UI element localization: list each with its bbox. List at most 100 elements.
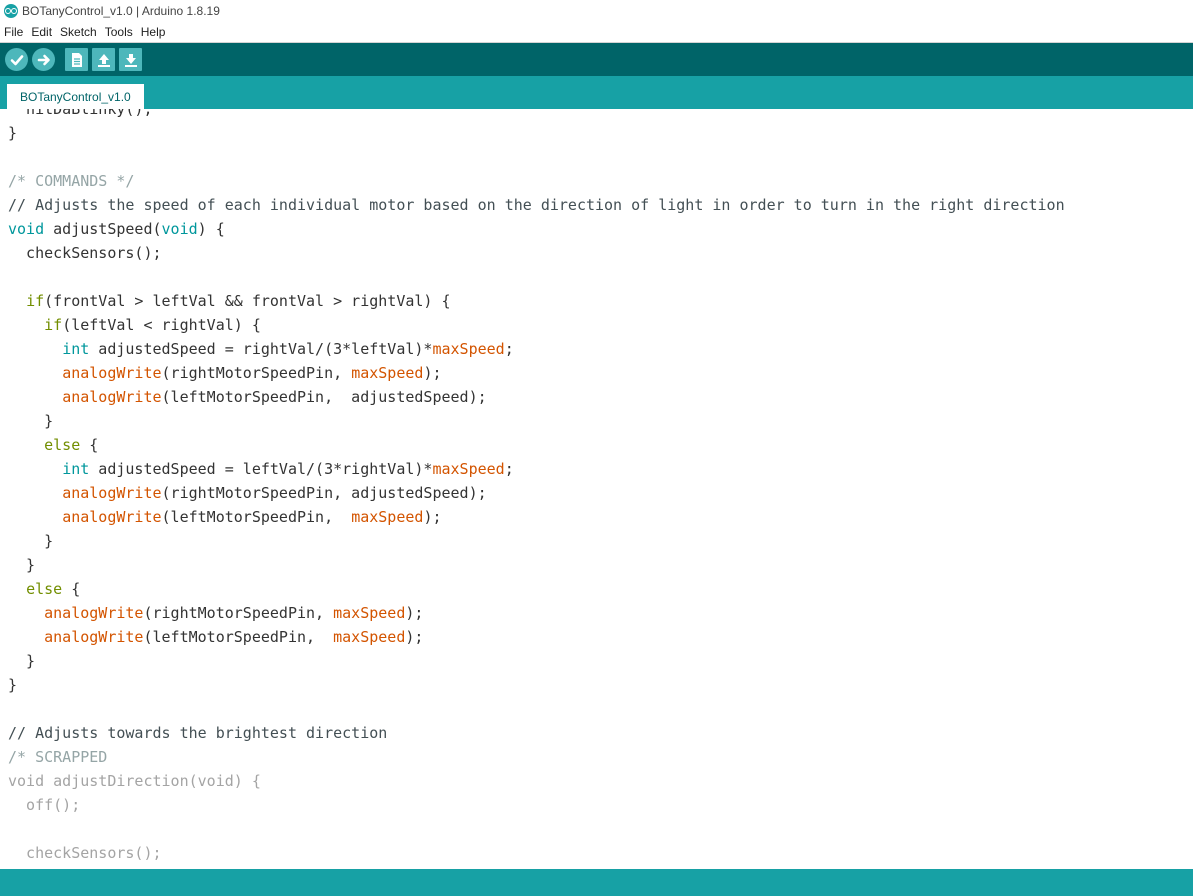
code-line[interactable]: /* COMMANDS */ <box>8 169 1065 193</box>
code-line[interactable]: } <box>8 649 1065 673</box>
checkmark-icon <box>10 54 23 65</box>
arduino-logo-icon <box>4 4 18 18</box>
code-token: (leftMotorSpeedPin, adjustedSpeed); <box>161 388 487 406</box>
code-token: analogWrite <box>62 388 162 406</box>
code-token: if <box>26 292 45 310</box>
status-bar <box>0 869 1193 896</box>
code-line[interactable]: analogWrite(leftMotorSpeedPin, adjustedS… <box>8 385 1065 409</box>
code-token: (rightMotorSpeedPin, adjustedSpeed); <box>161 484 487 502</box>
code-line[interactable]: void adjustDirection(void) { <box>8 769 1065 793</box>
code-token: maxSpeed <box>351 508 424 526</box>
code-line[interactable]: nitDaBlinky(); <box>8 109 1065 121</box>
code-line[interactable]: if(frontVal > leftVal && frontVal > righ… <box>8 289 1065 313</box>
code-line[interactable]: } <box>8 529 1065 553</box>
save-button[interactable] <box>119 48 142 71</box>
menu-bar: File Edit Sketch Tools Help <box>0 22 1193 43</box>
code-line[interactable]: analogWrite(rightMotorSpeedPin, maxSpeed… <box>8 601 1065 625</box>
code-line[interactable] <box>8 817 1065 841</box>
code-token: /* COMMANDS */ <box>8 172 135 190</box>
code-line[interactable] <box>8 697 1065 721</box>
code-line[interactable]: if(leftVal < rightVal) { <box>8 313 1065 337</box>
code-token: adjustedSpeed = rightVal/(3*leftVal)* <box>89 340 433 358</box>
code-token: analogWrite <box>62 364 162 382</box>
code-token: off(); <box>8 796 81 814</box>
code-token: ); <box>423 364 442 382</box>
code-line[interactable]: off(); <box>8 793 1065 817</box>
code-line[interactable]: checkSensors(); <box>8 241 1065 265</box>
open-button[interactable] <box>92 48 115 71</box>
code-line[interactable]: checkSensors(); <box>8 841 1065 865</box>
arrow-up-icon <box>97 53 110 67</box>
tab-bar: BOTanyControl_v1.0 <box>0 76 1193 109</box>
code-token: int <box>62 460 90 478</box>
code-token: if <box>44 316 63 334</box>
code-line[interactable]: analogWrite(rightMotorSpeedPin, adjusted… <box>8 481 1065 505</box>
code-token: ; <box>504 340 514 358</box>
new-file-icon <box>71 52 82 67</box>
code-line[interactable]: } <box>8 673 1065 697</box>
code-token: adjustedSpeed = leftVal/(3*rightVal)* <box>89 460 433 478</box>
code-line[interactable]: // Adjusts towards the brightest directi… <box>8 721 1065 745</box>
code-token: else <box>44 436 81 454</box>
menu-tools[interactable]: Tools <box>101 25 137 39</box>
code-token: // Adjusts the speed of each individual … <box>8 196 1065 214</box>
code-line[interactable]: int adjustedSpeed = leftVal/(3*rightVal)… <box>8 457 1065 481</box>
code-token: } <box>8 532 54 550</box>
code-token: int <box>62 340 90 358</box>
code-token: analogWrite <box>62 484 162 502</box>
menu-file[interactable]: File <box>0 25 27 39</box>
code-token: } <box>8 556 36 574</box>
code-token: (leftVal < rightVal) { <box>62 316 261 334</box>
code-token: } <box>8 676 18 694</box>
window-title: BOTanyControl_v1.0 | Arduino 1.8.19 <box>22 4 220 18</box>
menu-edit[interactable]: Edit <box>27 25 56 39</box>
code-token: // Adjusts towards the brightest directi… <box>8 724 388 742</box>
code-token: (rightMotorSpeedPin, <box>161 364 352 382</box>
code-token: } <box>8 652 36 670</box>
code-token: ) { <box>197 220 225 238</box>
code-line[interactable]: else { <box>8 433 1065 457</box>
code-token: else <box>26 580 63 598</box>
code-line[interactable]: analogWrite(leftMotorSpeedPin, maxSpeed)… <box>8 625 1065 649</box>
tab-sketch-main[interactable]: BOTanyControl_v1.0 <box>7 84 144 109</box>
verify-button[interactable] <box>5 48 28 71</box>
toolbar <box>0 43 1193 76</box>
code-editor[interactable]: nitDaBlinky();} /* COMMANDS */ // Adjusts … <box>0 109 1193 869</box>
code-line[interactable]: analogWrite(rightMotorSpeedPin, maxSpeed… <box>8 361 1065 385</box>
new-sketch-button[interactable] <box>65 48 88 71</box>
code-line[interactable]: analogWrite(leftMotorSpeedPin, maxSpeed)… <box>8 505 1065 529</box>
upload-button[interactable] <box>32 48 55 71</box>
code-line[interactable]: /* SCRAPPED <box>8 745 1065 769</box>
code-line[interactable]: } <box>8 553 1065 577</box>
code-token: analogWrite <box>44 628 144 646</box>
menu-sketch[interactable]: Sketch <box>56 25 101 39</box>
code-line[interactable]: // Adjusts the speed of each individual … <box>8 193 1065 217</box>
code-token: maxSpeed <box>351 364 424 382</box>
code-token: ; <box>504 460 514 478</box>
code-token: } <box>8 412 54 430</box>
code-line[interactable]: } <box>8 409 1065 433</box>
code-line[interactable]: int adjustedSpeed = rightVal/(3*leftVal)… <box>8 337 1065 361</box>
title-bar: BOTanyControl_v1.0 | Arduino 1.8.19 <box>0 0 1193 22</box>
code-token: maxSpeed <box>333 628 406 646</box>
code-content[interactable]: nitDaBlinky();} /* COMMANDS */ // Adjusts … <box>8 109 1065 865</box>
code-line[interactable] <box>8 145 1065 169</box>
code-token: void adjustDirection(void) { <box>8 772 261 790</box>
code-line[interactable]: void adjustSpeed(void) { <box>8 217 1065 241</box>
code-token: /* SCRAPPED <box>8 748 108 766</box>
menu-help[interactable]: Help <box>137 25 170 39</box>
code-token: void <box>161 220 198 238</box>
code-token: maxSpeed <box>333 604 406 622</box>
code-line[interactable] <box>8 265 1065 289</box>
code-line[interactable]: else { <box>8 577 1065 601</box>
code-line[interactable]: } <box>8 121 1065 145</box>
